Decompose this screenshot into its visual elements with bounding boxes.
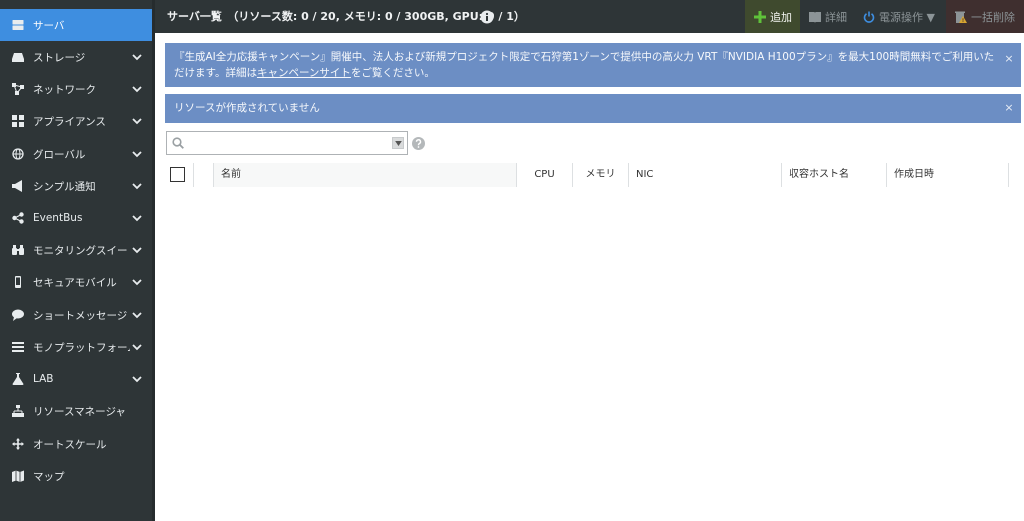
share-icon bbox=[12, 212, 24, 224]
book-icon bbox=[809, 11, 821, 23]
sidebar-item-server[interactable]: サーバ bbox=[0, 9, 152, 41]
power-operation-button[interactable]: 電源操作 ▼ bbox=[863, 0, 935, 33]
add-button-label: 追加 bbox=[770, 10, 792, 24]
appliance-icon bbox=[12, 115, 24, 127]
chevron-down-icon bbox=[130, 52, 144, 62]
detail-button-label: 詳細 bbox=[825, 10, 847, 24]
page-title: サーバ一覧 （リソース数: 0 / 20, メモリ: 0 / 300GB, GP… bbox=[167, 10, 525, 23]
header-bar: サーバ一覧 （リソース数: 0 / 20, メモリ: 0 / 300GB, GP… bbox=[155, 0, 1024, 33]
map-icon bbox=[12, 470, 24, 482]
power-operation-label: 電源操作 ▼ bbox=[879, 10, 935, 24]
move-arrows-icon bbox=[12, 438, 24, 450]
table-header: 名前 CPU メモリ NIC 収容ホスト名 作成日時 bbox=[165, 163, 1021, 187]
sidebar-item-label: マップ bbox=[33, 470, 65, 483]
select-all-cell bbox=[165, 163, 193, 187]
dropdown-toggle[interactable] bbox=[392, 137, 404, 149]
sidebar-item-short-message[interactable]: ショートメッセージ bbox=[0, 299, 152, 331]
sidebar-item-label: ストレージ bbox=[33, 51, 86, 64]
search-icon bbox=[172, 137, 184, 149]
sidebar-item-label: シンプル通知 bbox=[33, 180, 96, 193]
mobile-icon bbox=[12, 276, 24, 288]
chevron-down-icon bbox=[130, 374, 144, 384]
column-header-name[interactable]: 名前 bbox=[213, 163, 516, 187]
close-icon[interactable]: × bbox=[1003, 53, 1015, 65]
empty-resources-alert: リソースが作成されていません × bbox=[165, 94, 1021, 123]
sidebar-item-label: モノプラットフォーム bbox=[33, 341, 130, 354]
chevron-down-icon bbox=[130, 213, 144, 223]
power-icon bbox=[863, 11, 875, 23]
chevron-down-icon bbox=[130, 84, 144, 94]
megaphone-icon bbox=[12, 180, 24, 192]
sidebar-item-simple-notification[interactable]: シンプル通知 bbox=[0, 170, 152, 202]
caret-down-icon bbox=[394, 140, 402, 146]
sidebar-item-map[interactable]: マップ bbox=[0, 460, 152, 492]
column-header-host[interactable]: 収容ホスト名 bbox=[781, 163, 886, 187]
sidebar-item-lab[interactable]: LAB bbox=[0, 363, 152, 395]
bulk-delete-label: 一括削除 bbox=[971, 10, 1015, 24]
info-icon[interactable] bbox=[480, 10, 494, 24]
sitemap-icon bbox=[12, 405, 24, 417]
server-icon bbox=[12, 19, 24, 31]
table-header-spacer bbox=[193, 163, 213, 187]
sidebar-item-label: サーバ bbox=[33, 19, 65, 32]
detail-button[interactable]: 詳細 bbox=[809, 0, 847, 33]
campaign-alert: 『生成AI全力応援キャンペーン』開催中、法人および新規プロジェクト限定で石狩第1… bbox=[165, 43, 1021, 87]
sidebar-item-label: モニタリングスイート bbox=[33, 244, 130, 257]
campaign-site-link[interactable]: キャンペーンサイト bbox=[257, 67, 351, 79]
globe-icon bbox=[12, 148, 24, 160]
sidebar-item-label: EventBus bbox=[33, 212, 83, 224]
sidebar-item-global[interactable]: グローバル bbox=[0, 138, 152, 170]
sidebar-item-appliance[interactable]: アプライアンス bbox=[0, 105, 152, 137]
sidebar-item-autoscale[interactable]: オートスケール bbox=[0, 428, 152, 460]
select-all-checkbox[interactable] bbox=[170, 167, 185, 182]
close-icon[interactable]: × bbox=[1003, 102, 1015, 114]
campaign-alert-text-tail: をご覧ください。 bbox=[350, 67, 435, 79]
sidebar-item-resource-manager[interactable]: リソースマネージャ bbox=[0, 395, 152, 427]
sidebar-item-network[interactable]: ネットワーク bbox=[0, 73, 152, 105]
sidebar-item-label: ネットワーク bbox=[33, 83, 96, 96]
chat-bubble-icon bbox=[12, 309, 24, 321]
chevron-down-icon bbox=[130, 181, 144, 191]
binoculars-icon bbox=[12, 244, 24, 256]
sidebar-item-secure-mobile[interactable]: セキュアモバイル bbox=[0, 266, 152, 298]
storage-icon bbox=[12, 51, 24, 63]
table-header-end bbox=[1008, 163, 1021, 187]
search-field[interactable] bbox=[166, 131, 408, 155]
search-input[interactable] bbox=[189, 134, 385, 152]
sidebar-item-monitoring-suite[interactable]: モニタリングスイート bbox=[0, 234, 152, 266]
sidebar-item-label: LAB bbox=[33, 373, 54, 385]
list-icon bbox=[12, 341, 24, 353]
trash-warning-icon bbox=[955, 11, 967, 23]
plus-icon bbox=[754, 10, 766, 23]
sidebar-item-label: セキュアモバイル bbox=[33, 276, 117, 289]
column-header-memory[interactable]: メモリ bbox=[572, 163, 628, 187]
chevron-down-icon bbox=[130, 310, 144, 320]
bulk-delete-button[interactable]: 一括削除 bbox=[946, 0, 1024, 33]
chevron-down-icon bbox=[130, 277, 144, 287]
sidebar-item-label: グローバル bbox=[33, 148, 86, 161]
sidebar: サーバ ストレージ ネットワーク アプライアンス グローバル シンプル通知 Ev… bbox=[0, 0, 155, 521]
sidebar-item-eventbus[interactable]: EventBus bbox=[0, 202, 152, 234]
sidebar-item-label: ショートメッセージ bbox=[33, 309, 128, 322]
sidebar-item-label: アプライアンス bbox=[33, 115, 106, 128]
sidebar-item-mono-platform[interactable]: モノプラットフォーム bbox=[0, 331, 152, 363]
sidebar-item-storage[interactable]: ストレージ bbox=[0, 41, 152, 73]
empty-resources-text: リソースが作成されていません bbox=[174, 102, 320, 114]
add-button[interactable]: 追加 bbox=[745, 0, 800, 33]
chevron-down-icon bbox=[130, 116, 144, 126]
column-header-created[interactable]: 作成日時 bbox=[886, 163, 1008, 187]
sidebar-item-label: オートスケール bbox=[33, 438, 107, 451]
column-header-nic[interactable]: NIC bbox=[628, 163, 781, 187]
network-icon bbox=[12, 83, 24, 95]
chevron-down-icon bbox=[130, 149, 144, 159]
column-header-cpu[interactable]: CPU bbox=[516, 163, 572, 187]
chevron-down-icon bbox=[130, 342, 144, 352]
chevron-down-icon bbox=[130, 245, 144, 255]
flask-icon bbox=[12, 373, 24, 385]
sidebar-item-label: リソースマネージャ bbox=[33, 405, 126, 418]
help-icon[interactable] bbox=[412, 137, 425, 150]
